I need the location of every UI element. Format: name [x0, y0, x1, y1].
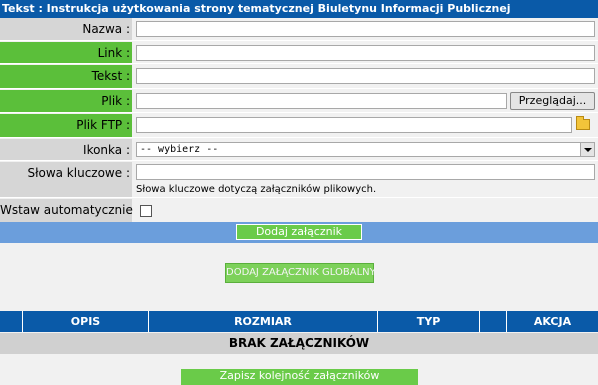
wstaw-label: Wstaw automatycznie : [0, 199, 141, 222]
save-order-button[interactable]: Zapisz kolejność załączników [181, 369, 418, 385]
column-header-opis: OPIS [22, 311, 148, 332]
empty-table-message: BRAK ZAŁĄCZNIKÓW [0, 333, 598, 354]
row-nazwa: Nazwa : [0, 18, 598, 41]
column-header-akcja: AKCJA [506, 311, 598, 332]
column-header-rozmiar: ROZMIAR [148, 311, 377, 332]
nazwa-label: Nazwa : [0, 18, 132, 40]
column-header-blank [0, 311, 22, 332]
column-header-typ: TYP [377, 311, 479, 332]
plik-file-input[interactable] [136, 93, 507, 109]
link-input[interactable] [136, 45, 595, 61]
plik-ftp-label: Plik FTP : [0, 114, 132, 137]
chevron-down-icon[interactable] [580, 143, 594, 156]
add-attachment-bar: Dodaj załącznik [0, 222, 598, 243]
browse-button[interactable]: Przeglądaj... [510, 92, 595, 110]
tekst-label: Tekst : [0, 65, 132, 88]
ikonka-select[interactable]: -- wybierz -- [136, 142, 595, 157]
row-plik: Plik : Przeglądaj... [0, 90, 598, 113]
ikonka-label: Ikonka : [0, 139, 132, 160]
nazwa-input[interactable] [136, 21, 595, 37]
slowa-kluczowe-hint: Słowa kluczowe dotyczą załączników pliko… [136, 184, 377, 195]
folder-icon[interactable] [576, 116, 590, 130]
slowa-kluczowe-label: Słowa kluczowe : [0, 162, 132, 197]
add-global-attachment-button[interactable]: DODAJ ZAŁĄCZNIK GLOBALNY [225, 263, 376, 283]
link-label: Link : [0, 42, 132, 63]
row-plik-ftp: Plik FTP : [0, 114, 598, 138]
row-slowa-kluczowe: Słowa kluczowe : Słowa kluczowe dotyczą … [0, 162, 598, 198]
row-ikonka: Ikonka : -- wybierz -- [0, 139, 598, 161]
tekst-input[interactable] [136, 68, 595, 84]
row-link: Link : [0, 42, 598, 64]
ikonka-selected-value: -- wybierz -- [140, 144, 219, 155]
slowa-kluczowe-input[interactable] [136, 164, 595, 180]
row-wstaw: Wstaw automatycznie : [0, 199, 598, 222]
add-attachment-button[interactable]: Dodaj załącznik [236, 224, 362, 240]
plik-label: Plik : [0, 90, 132, 112]
attachments-table-header: OPIS ROZMIAR TYP AKCJA [0, 311, 598, 332]
wstaw-checkbox[interactable] [140, 205, 152, 217]
row-tekst: Tekst : [0, 65, 598, 89]
window-title: Tekst : Instrukcja użytkowania strony te… [0, 0, 598, 18]
column-header-spacer [479, 311, 506, 332]
plik-ftp-input[interactable] [136, 117, 572, 133]
